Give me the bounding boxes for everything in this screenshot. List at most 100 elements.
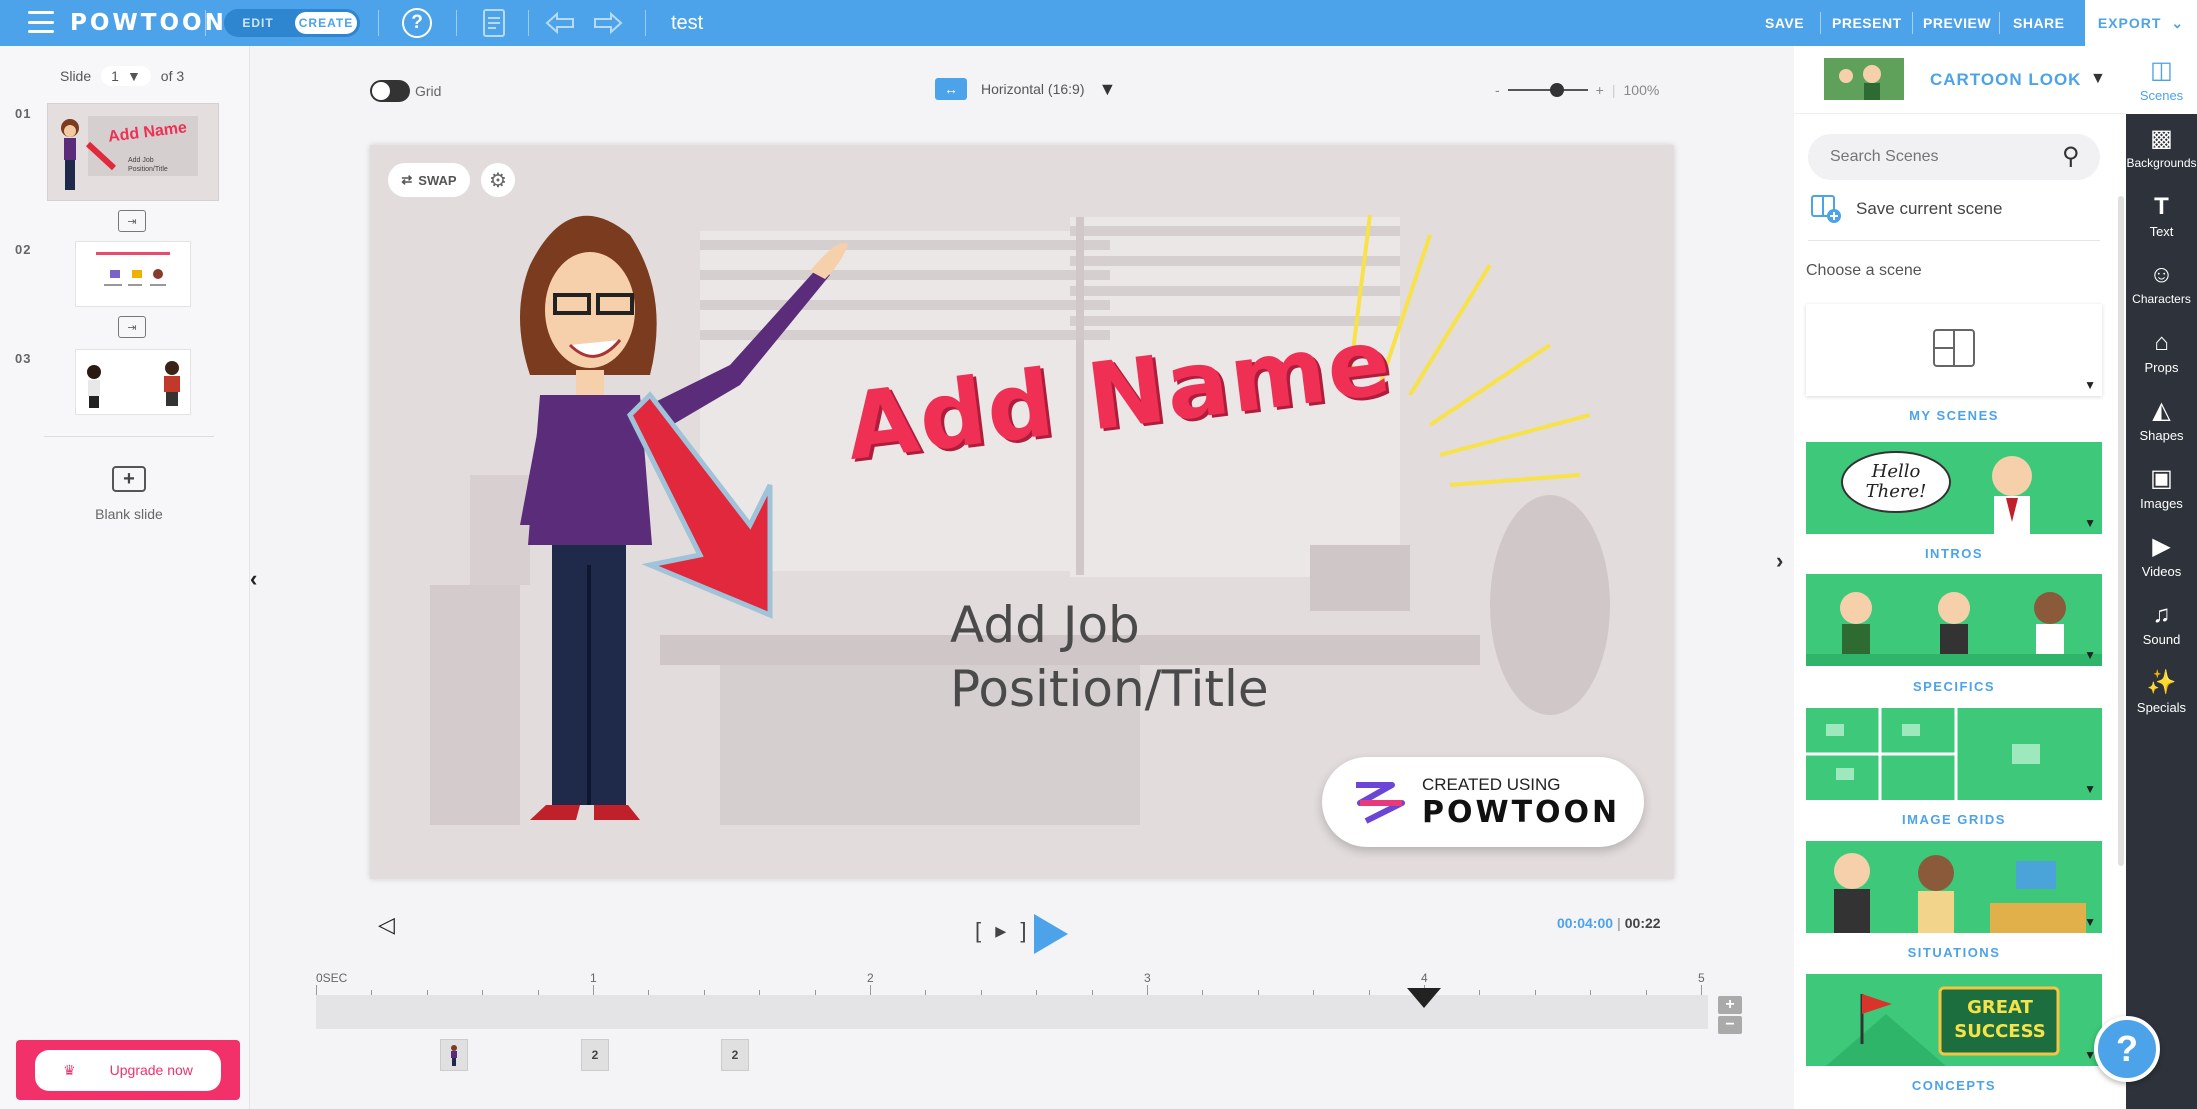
upgrade-banner: ♛ Upgrade now	[16, 1040, 240, 1100]
sound-icon: ♫	[2152, 600, 2171, 628]
videos-icon: ▶	[2152, 532, 2171, 560]
orientation-selector[interactable]: ↔ Horizontal (16:9) ▼	[935, 78, 1116, 100]
library-scrollbar[interactable]	[2118, 196, 2124, 866]
redo-icon[interactable]	[590, 6, 624, 40]
scene-category-concepts[interactable]: GREAT SUCCESS ▼	[1806, 974, 2102, 1066]
props-icon: ⌂	[2154, 328, 2169, 356]
search-icon[interactable]: ⚲	[2062, 142, 2080, 171]
preview-button[interactable]: PREVIEW	[1923, 0, 1991, 46]
scenes-icon: ◫	[2150, 56, 2173, 84]
zoom-in-button[interactable]: +	[1596, 82, 1604, 98]
timeline-track[interactable]	[316, 995, 1708, 1029]
rail-backgrounds[interactable]: ▩ Backgrounds	[2126, 114, 2197, 182]
mode-toggle[interactable]: EDIT CREATE	[224, 9, 360, 37]
scene-subtitle-text[interactable]: Add Job Position/Title	[950, 593, 1269, 721]
swap-button[interactable]: ⇄ SWAP	[388, 163, 470, 197]
timeline-zoom-in-button[interactable]: +	[1718, 996, 1742, 1014]
timeline-playhead[interactable]	[1407, 988, 1441, 1008]
rail-videos[interactable]: ▶ Videos	[2126, 522, 2197, 590]
category-label: SPECIFICS	[1912, 679, 1996, 694]
timeline-label: 4	[1421, 971, 1428, 985]
caret-down-icon: ▼	[2090, 70, 2106, 87]
add-blank-slide-button[interactable]: +	[112, 466, 146, 492]
chevron-down-icon: ⌄	[2171, 14, 2185, 31]
slide-thumbnail-3[interactable]	[76, 350, 190, 414]
grid-toggle[interactable]	[370, 80, 410, 102]
gear-icon[interactable]: ⚙	[481, 163, 515, 197]
hamburger-menu-icon[interactable]	[28, 11, 54, 33]
caret-down-icon: ▼	[1098, 78, 1117, 99]
document-name[interactable]: test	[671, 0, 703, 46]
scene-category-intros[interactable]: Hello There! ▼	[1806, 442, 2102, 534]
rail-images[interactable]: ▣ Images	[2126, 454, 2197, 522]
save-button[interactable]: SAVE	[1765, 0, 1804, 46]
help-chat-button[interactable]: ?	[2094, 1016, 2160, 1082]
horizontal-orientation-icon: ↔	[935, 78, 967, 100]
zoom-slider[interactable]	[1507, 83, 1588, 97]
time-display: 00:04:00 | 00:22	[1557, 915, 1661, 931]
powtoon-logo[interactable]: POWTOON	[70, 0, 227, 46]
zoom-level: 100%	[1623, 82, 1660, 98]
transition-icon[interactable]: ⇥	[118, 316, 146, 338]
add-scene-icon	[1811, 195, 1841, 223]
rail-text[interactable]: T Text	[2126, 182, 2197, 250]
export-label: EXPORT	[2097, 15, 2162, 31]
search-scenes-input[interactable]	[1808, 134, 2100, 180]
timeline-item[interactable]: 2	[581, 1039, 609, 1071]
watermark-brand: POWTOON	[1422, 794, 1621, 830]
timeline-label: 3	[1144, 971, 1151, 985]
save-current-scene-button[interactable]: Save current scene	[1810, 194, 2002, 224]
total-time: 00:22	[1624, 915, 1661, 931]
category-label: IMAGE GRIDS	[1902, 812, 2006, 827]
timeline-item[interactable]: 2	[721, 1039, 749, 1071]
slide-select[interactable]: 1 ▼	[101, 66, 151, 86]
transition-icon[interactable]: ⇥	[118, 210, 146, 232]
timeline-label: 2	[867, 971, 874, 985]
specials-icon: ✨	[2146, 668, 2177, 696]
zoom-control: - + | 100%	[1495, 82, 1660, 98]
present-button[interactable]: PRESENT	[1832, 0, 1902, 46]
slide-navigator: Slide 1 ▼ of 3	[60, 66, 184, 86]
rail-props[interactable]: ⌂ Props	[2126, 318, 2197, 386]
scene-category-image-grids[interactable]: ▼	[1806, 708, 2102, 800]
watermark-created-using: CREATED USING	[1422, 774, 1561, 794]
mode-edit-button[interactable]: EDIT	[227, 12, 289, 34]
collapse-left-panel-icon[interactable]: ‹	[250, 566, 266, 591]
top-bar: POWTOON EDIT CREATE ? test SAVE PRESENT …	[0, 0, 2197, 46]
rail-characters[interactable]: ☺ Characters	[2126, 250, 2197, 318]
rail-specials[interactable]: ✨ Specials	[2126, 658, 2197, 726]
upgrade-button[interactable]: ♛ Upgrade now	[35, 1049, 221, 1091]
timeline-item-character[interactable]	[440, 1039, 468, 1071]
share-button[interactable]: SHARE	[2013, 0, 2065, 46]
style-thumbnail	[1824, 58, 1904, 100]
orientation-label: Horizontal (16:9)	[981, 81, 1085, 97]
current-time: 00:04:00	[1557, 915, 1614, 931]
slide-of-label: of 3	[160, 68, 185, 84]
slide-thumbnail-1[interactable]: Add Name Add Job Position/Title	[48, 104, 218, 200]
help-icon[interactable]: ?	[402, 8, 432, 38]
scene-canvas[interactable]: ⇄ SWAP ⚙ Add Name Add Job Position/Title…	[370, 145, 1674, 879]
style-label: CARTOON LOOK	[1930, 70, 2082, 89]
rail-shapes[interactable]: ◭ Shapes	[2126, 386, 2197, 454]
rail-scenes[interactable]: ◫ Scenes	[2126, 46, 2197, 114]
scene-category-my-scenes[interactable]: ▼	[1806, 304, 2102, 396]
grid-label: Grid	[415, 83, 442, 99]
timeline-zoom-out-button[interactable]: −	[1718, 1016, 1742, 1034]
slide-thumbnail-2[interactable]	[76, 242, 190, 306]
scene-category-situations[interactable]: ▼	[1806, 841, 2102, 933]
collapse-right-panel-icon[interactable]: ›	[1776, 548, 1783, 574]
upgrade-label: Upgrade now	[95, 1056, 207, 1084]
export-button[interactable]: EXPORT ⌄	[2085, 0, 2197, 46]
volume-icon[interactable]: ◁	[378, 912, 395, 938]
play-icon[interactable]	[1034, 914, 1068, 954]
zoom-out-button[interactable]: -	[1495, 82, 1500, 98]
mode-create-button[interactable]: CREATE	[295, 12, 357, 34]
notes-icon[interactable]	[478, 6, 512, 40]
scene-category-specifics[interactable]: ▼	[1806, 574, 2102, 666]
rail-sound[interactable]: ♫ Sound	[2126, 590, 2197, 658]
zoom-slider-knob[interactable]	[1550, 83, 1565, 97]
style-selector[interactable]: CARTOON LOOK ▼	[1794, 46, 2126, 114]
slide-current: 1	[111, 68, 119, 84]
step-play-button[interactable]: [ ▸ ]	[975, 918, 1031, 944]
undo-icon[interactable]	[544, 6, 578, 40]
